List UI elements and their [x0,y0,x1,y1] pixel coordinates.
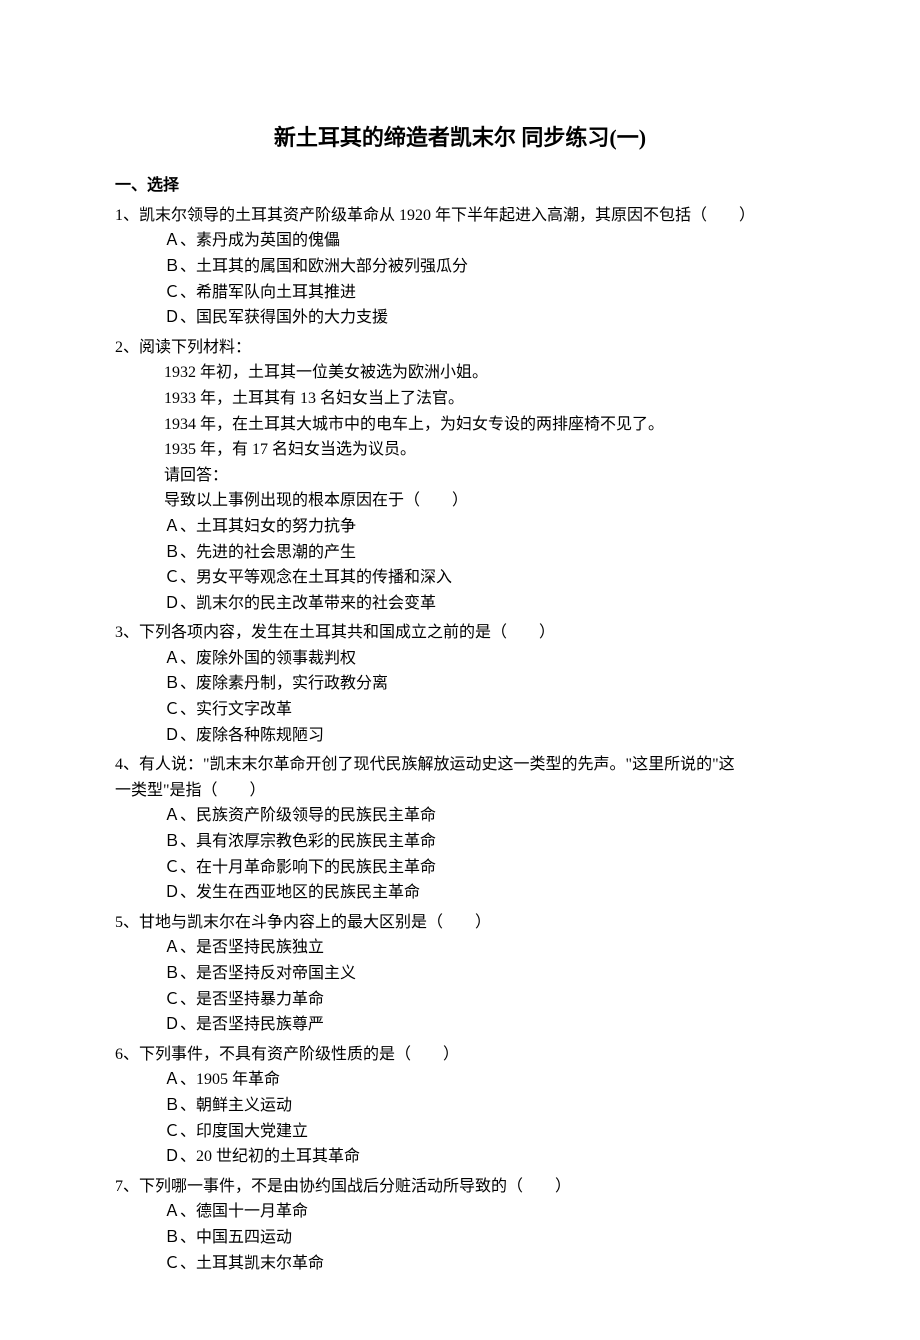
option-a: Ａ、德国十一月革命 [115,1199,805,1225]
option-b: Ｂ、废除素丹制，实行政教分离 [115,671,805,697]
option-a: Ａ、素丹成为英国的傀儡 [115,228,805,254]
option-a: Ａ、废除外国的领事裁判权 [115,646,805,672]
question-text: 、下列哪一事件，不是由协约国战后分赃活动所导致的（ ） [123,1178,571,1195]
question-number: 3 [115,624,123,641]
option-c: Ｃ、男女平等观念在土耳其的传播和深入 [115,565,805,591]
option-c: Ｃ、实行文字改革 [115,697,805,723]
question-stem-continue: 一类型"是指（ ） [115,778,805,804]
material-line: 1932 年初，土耳其一位美女被选为欧洲小姐。 [115,360,805,386]
question-stem: 3、下列各项内容，发生在土耳其共和国成立之前的是（ ） [115,620,805,646]
option-c: Ｃ、土耳其凯末尔革命 [115,1251,805,1277]
question-stem: 4、有人说："凯末末尔革命开创了现代民族解放运动史这一类型的先声。"这里所说的"… [115,752,805,778]
section-heading: 一、选择 [115,173,805,199]
option-b: Ｂ、土耳其的属国和欧洲大部分被列强瓜分 [115,254,805,280]
question-stem: 5、甘地与凯末尔在斗争内容上的最大区别是（ ） [115,910,805,936]
question-4: 4、有人说："凯末末尔革命开创了现代民族解放运动史这一类型的先声。"这里所说的"… [115,752,805,906]
option-d: Ｄ、20 世纪初的土耳其革命 [115,1144,805,1170]
question-number: 5 [115,914,123,931]
document-title: 新土耳其的缔造者凯末尔 同步练习(一) [115,120,805,155]
option-b: Ｂ、具有浓厚宗教色彩的民族民主革命 [115,829,805,855]
question-6: 6、下列事件，不具有资产阶级性质的是（ ） Ａ、1905 年革命 Ｂ、朝鲜主义运… [115,1042,805,1170]
question-number: 2 [115,339,123,356]
question-3: 3、下列各项内容，发生在土耳其共和国成立之前的是（ ） Ａ、废除外国的领事裁判权… [115,620,805,748]
question-number: 7 [115,1178,123,1195]
question-text: 、下列事件，不具有资产阶级性质的是（ ） [123,1046,459,1063]
option-b: Ｂ、中国五四运动 [115,1225,805,1251]
question-stem: 7、下列哪一事件，不是由协约国战后分赃活动所导致的（ ） [115,1174,805,1200]
option-c: Ｃ、在十月革命影响下的民族民主革命 [115,855,805,881]
material-line: 1934 年，在土耳其大城市中的电车上，为妇女专设的两排座椅不见了。 [115,412,805,438]
question-text: 、甘地与凯末尔在斗争内容上的最大区别是（ ） [123,914,491,931]
material-line: 1935 年，有 17 名妇女当选为议员。 [115,437,805,463]
option-c: Ｃ、希腊军队向土耳其推进 [115,280,805,306]
option-d: Ｄ、凯末尔的民主改革带来的社会变革 [115,591,805,617]
option-a: Ａ、1905 年革命 [115,1067,805,1093]
option-b: Ｂ、朝鲜主义运动 [115,1093,805,1119]
question-5: 5、甘地与凯末尔在斗争内容上的最大区别是（ ） Ａ、是否坚持民族独立 Ｂ、是否坚… [115,910,805,1038]
option-c: Ｃ、印度国大党建立 [115,1119,805,1145]
option-c: Ｃ、是否坚持暴力革命 [115,987,805,1013]
question-stem: 1、凯末尔领导的土耳其资产阶级革命从 1920 年下半年起进入高潮，其原因不包括… [115,203,805,229]
material-line: 导致以上事例出现的根本原因在于（ ） [115,488,805,514]
option-b: Ｂ、先进的社会思潮的产生 [115,540,805,566]
option-b: Ｂ、是否坚持反对帝国主义 [115,961,805,987]
question-7: 7、下列哪一事件，不是由协约国战后分赃活动所导致的（ ） Ａ、德国十一月革命 Ｂ… [115,1174,805,1276]
option-a: Ａ、土耳其妇女的努力抗争 [115,514,805,540]
question-text: 、凯末尔领导的土耳其资产阶级革命从 1920 年下半年起进入高潮，其原因不包括（… [123,207,755,224]
option-a: Ａ、民族资产阶级领导的民族民主革命 [115,803,805,829]
question-number: 4 [115,756,123,773]
question-number: 1 [115,207,123,224]
question-text: 、下列各项内容，发生在土耳其共和国成立之前的是（ ） [123,624,555,641]
question-1: 1、凯末尔领导的土耳其资产阶级革命从 1920 年下半年起进入高潮，其原因不包括… [115,203,805,331]
document-page: 新土耳其的缔造者凯末尔 同步练习(一) 一、选择 1、凯末尔领导的土耳其资产阶级… [0,0,920,1340]
question-number: 6 [115,1046,123,1063]
question-2: 2、阅读下列材料： 1932 年初，土耳其一位美女被选为欧洲小姐。 1933 年… [115,335,805,617]
option-d: Ｄ、是否坚持民族尊严 [115,1012,805,1038]
option-d: Ｄ、废除各种陈规陋习 [115,723,805,749]
material-line: 请回答： [115,463,805,489]
material-line: 1933 年，土耳其有 13 名妇女当上了法官。 [115,386,805,412]
option-d: Ｄ、发生在西亚地区的民族民主革命 [115,880,805,906]
question-text: 、有人说："凯末末尔革命开创了现代民族解放运动史这一类型的先声。"这里所说的"这 [123,756,735,773]
option-d: Ｄ、国民军获得国外的大力支援 [115,305,805,331]
question-stem: 6、下列事件，不具有资产阶级性质的是（ ） [115,1042,805,1068]
option-a: Ａ、是否坚持民族独立 [115,935,805,961]
question-text: 、阅读下列材料： [123,339,251,356]
question-stem: 2、阅读下列材料： [115,335,805,361]
